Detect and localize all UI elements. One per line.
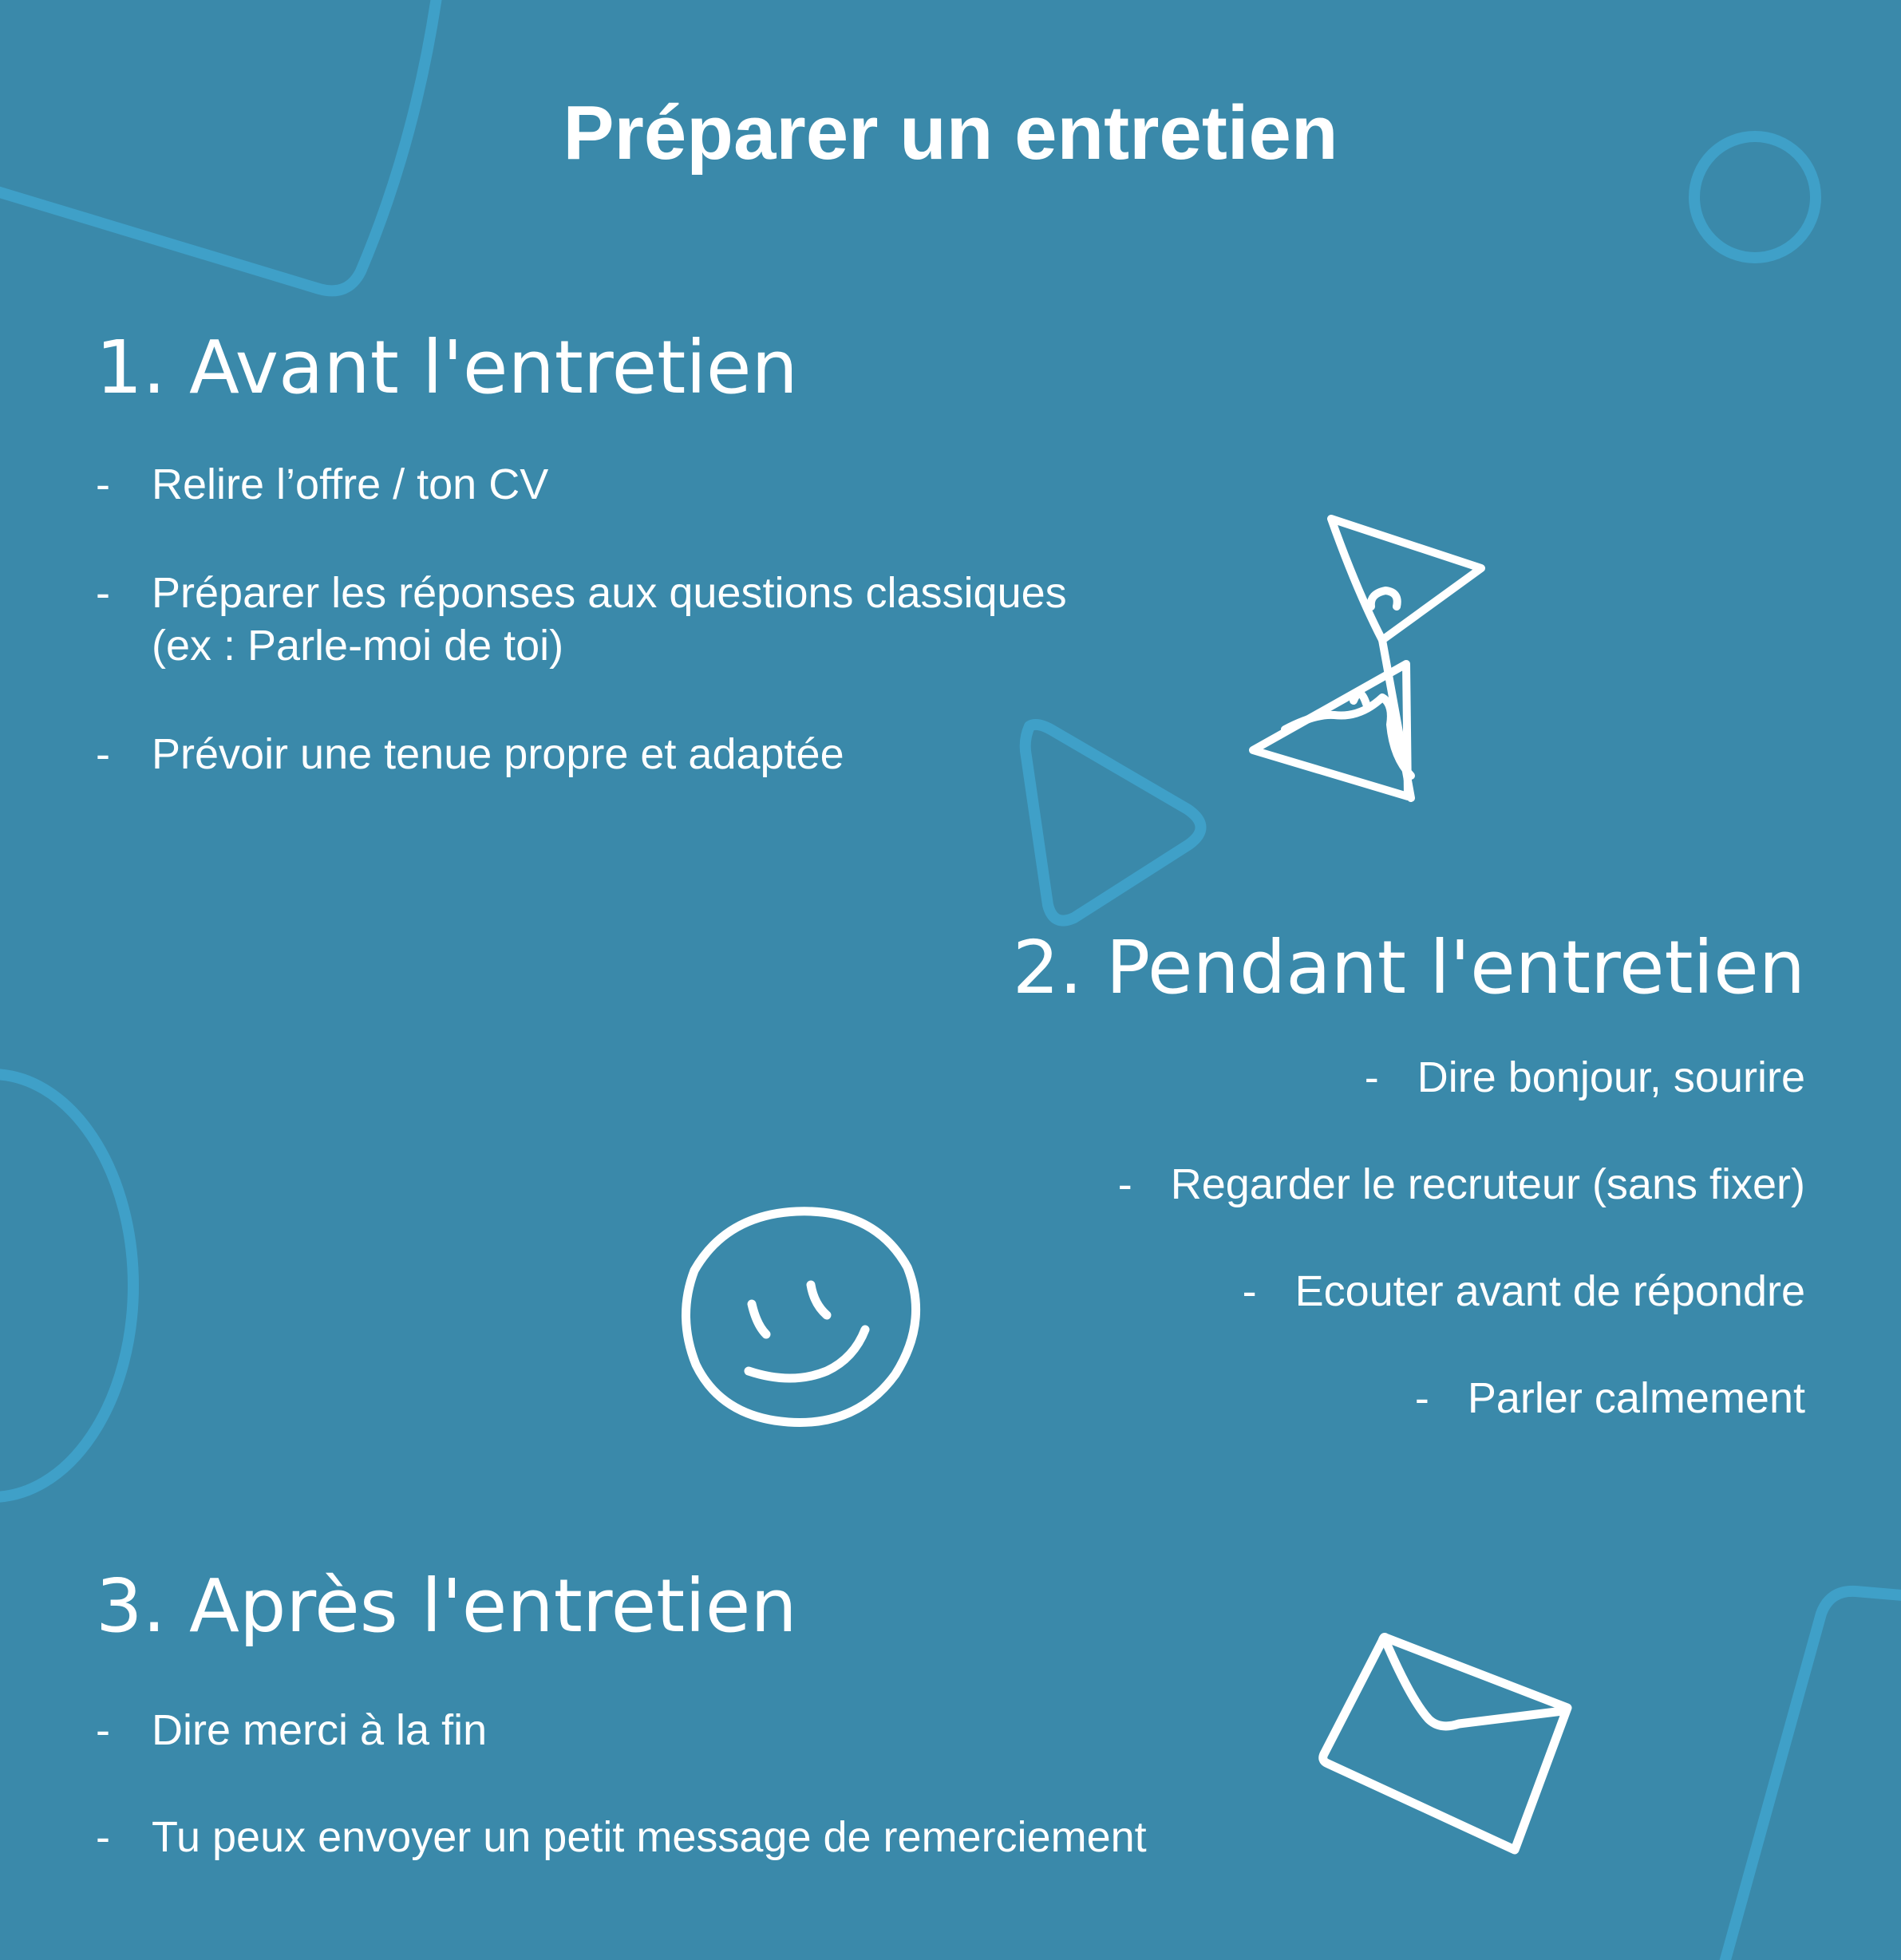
bullet-dash: - — [1414, 1374, 1429, 1422]
bullet-dash: - — [96, 569, 110, 617]
list-pendant: - Dire bonjour, sourire - Regarder le recr… — [1118, 1051, 1805, 1425]
bullet-dash: - — [96, 1706, 110, 1754]
list-item-text: Ecouter avant de répondre — [1294, 1267, 1805, 1315]
list-apres: - Dire merci à la fin - Tu peux envoyer … — [96, 1704, 1147, 1863]
list-avant: - Relire l’offre / ton CV - Préparer les… — [96, 458, 1067, 780]
list-item-text: Parler calmement — [1467, 1374, 1805, 1422]
bullet-dash: - — [96, 460, 110, 508]
list-item-text-continued: (ex : Parle-moi de toi) — [152, 622, 564, 670]
list-item: - Dire merci à la fin — [96, 1704, 1147, 1756]
bullet-dash: - — [1364, 1053, 1379, 1101]
list-item-text: Tu peux envoyer un petit message de reme… — [152, 1813, 1147, 1861]
bottom-right-shape-outline — [1719, 1585, 1901, 1960]
page-title: Préparer un entretien — [563, 90, 1338, 176]
list-item-text: Dire bonjour, sourire — [1417, 1053, 1805, 1101]
list-item: - Dire bonjour, sourire — [1118, 1051, 1805, 1104]
list-item: - Préparer les réponses aux questions cl… — [96, 567, 1067, 672]
section-heading-pendant: 2. Pendant l'entretien — [1012, 925, 1805, 1010]
list-item: - Tu peux envoyer un petit message de re… — [96, 1811, 1147, 1863]
list-item: - Ecouter avant de répondre — [1118, 1265, 1805, 1318]
list-item: - Relire l’offre / ton CV — [96, 458, 1067, 511]
smiley-icon — [682, 1207, 921, 1427]
list-item: - Prévoir une tenue propre et adaptée — [96, 728, 1067, 780]
bullet-dash: - — [1117, 1160, 1132, 1208]
list-item-text: Prévoir une tenue propre et adaptée — [152, 730, 844, 778]
list-item-text: Regarder le recruteur (sans fixer) — [1170, 1160, 1805, 1208]
section-heading-apres: 3. Après l'entretien — [96, 1563, 797, 1649]
list-item: - Regarder le recruteur (sans fixer) — [1118, 1158, 1805, 1211]
list-item: - Parler calmement — [1118, 1372, 1805, 1425]
list-item-text: Dire merci à la fin — [152, 1706, 488, 1754]
envelope-icon — [1318, 1633, 1572, 1855]
bullet-dash: - — [96, 730, 110, 778]
bullet-dash: - — [96, 1813, 110, 1861]
left-circle-outline — [0, 1069, 139, 1503]
bullet-dash: - — [1242, 1267, 1257, 1315]
section-heading-avant: 1. Avant l'entretien — [96, 325, 798, 410]
infographic-page: Préparer un entretien 1. Avant l'entreti… — [0, 0, 1901, 1960]
hourglass-icon — [1249, 515, 1485, 802]
list-item-text: Relire l’offre / ton CV — [152, 460, 549, 508]
list-item-text: Préparer les réponses aux questions clas… — [152, 569, 1067, 617]
